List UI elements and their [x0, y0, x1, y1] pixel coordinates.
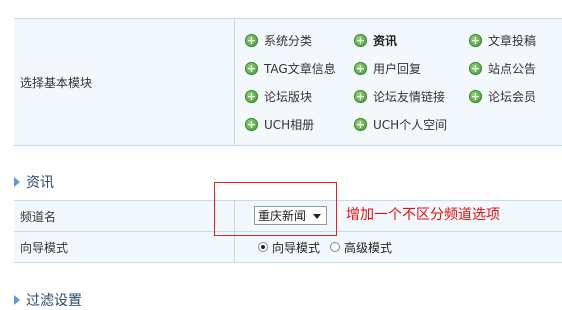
module-item-label: 论坛版块	[264, 89, 313, 104]
module-item-label: 站点公告	[488, 61, 537, 76]
add-icon: +	[469, 61, 482, 75]
radio-wizard-label: 向导模式	[272, 240, 321, 255]
radio-advanced-label: 高级模式	[344, 240, 393, 255]
add-icon: +	[245, 117, 258, 131]
section-title-news[interactable]: 资讯	[14, 172, 54, 192]
module-item-label: 论坛友情链接	[373, 89, 446, 104]
section-title-label: 过滤设置	[26, 293, 82, 309]
add-icon: +	[354, 61, 367, 75]
add-icon: +	[354, 117, 367, 131]
module-item-label: 论坛会员	[488, 89, 537, 104]
add-icon: +	[469, 33, 482, 47]
module-item-tag-article[interactable]: + TAG文章信息	[245, 60, 336, 76]
section-title-label: 资讯	[26, 175, 54, 191]
module-item-label: 用户回复	[373, 61, 422, 76]
annotation-highlight-box	[214, 182, 337, 236]
module-item-label: UCH相册	[264, 117, 315, 132]
module-item-label: 系统分类	[264, 33, 313, 48]
module-item-user-reply[interactable]: + 用户回复	[354, 60, 421, 76]
module-selection-label: 选择基本模块	[14, 19, 235, 145]
add-icon: +	[245, 61, 258, 75]
module-item-label: TAG文章信息	[264, 61, 336, 76]
add-icon: +	[354, 89, 367, 103]
add-icon: +	[245, 89, 258, 103]
module-item-article-submission[interactable]: + 文章投稿	[469, 32, 536, 48]
radio-wizard-mode[interactable]	[258, 242, 268, 252]
radio-advanced-mode[interactable]	[330, 242, 341, 252]
section-title-filter[interactable]: 过滤设置	[14, 290, 82, 310]
module-item-label: UCH个人空间	[373, 117, 448, 132]
mode-radio-group: 向导模式 高级模式	[258, 232, 402, 262]
add-icon: +	[245, 33, 258, 47]
module-item-uch-album[interactable]: + UCH相册	[245, 116, 314, 132]
module-item-site-announcement[interactable]: + 站点公告	[469, 60, 536, 76]
module-selection-table: 选择基本模块 + 系统分类 + 资讯 + 文章投稿 + TAG文章信息 + 用户…	[14, 18, 562, 146]
module-item-forum-links[interactable]: + 论坛友情链接	[354, 88, 445, 104]
mode-label: 向导模式	[14, 232, 235, 262]
channel-label: 频道名	[14, 201, 235, 231]
module-item-forum-board[interactable]: + 论坛版块	[245, 88, 312, 104]
module-item-forum-members[interactable]: + 论坛会员	[469, 88, 536, 104]
module-item-news[interactable]: + 资讯	[354, 32, 397, 48]
add-icon: +	[469, 89, 482, 103]
module-item-label: 资讯	[373, 33, 398, 48]
module-item-label: 文章投稿	[488, 33, 537, 48]
module-item-system-category[interactable]: + 系统分类	[245, 32, 312, 48]
module-item-uch-space[interactable]: + UCH个人空间	[354, 116, 447, 132]
triangle-right-icon	[14, 177, 20, 187]
add-icon: +	[354, 33, 367, 47]
annotation-text: 增加一个不区分频道选项	[346, 207, 500, 223]
triangle-right-icon	[14, 295, 20, 305]
